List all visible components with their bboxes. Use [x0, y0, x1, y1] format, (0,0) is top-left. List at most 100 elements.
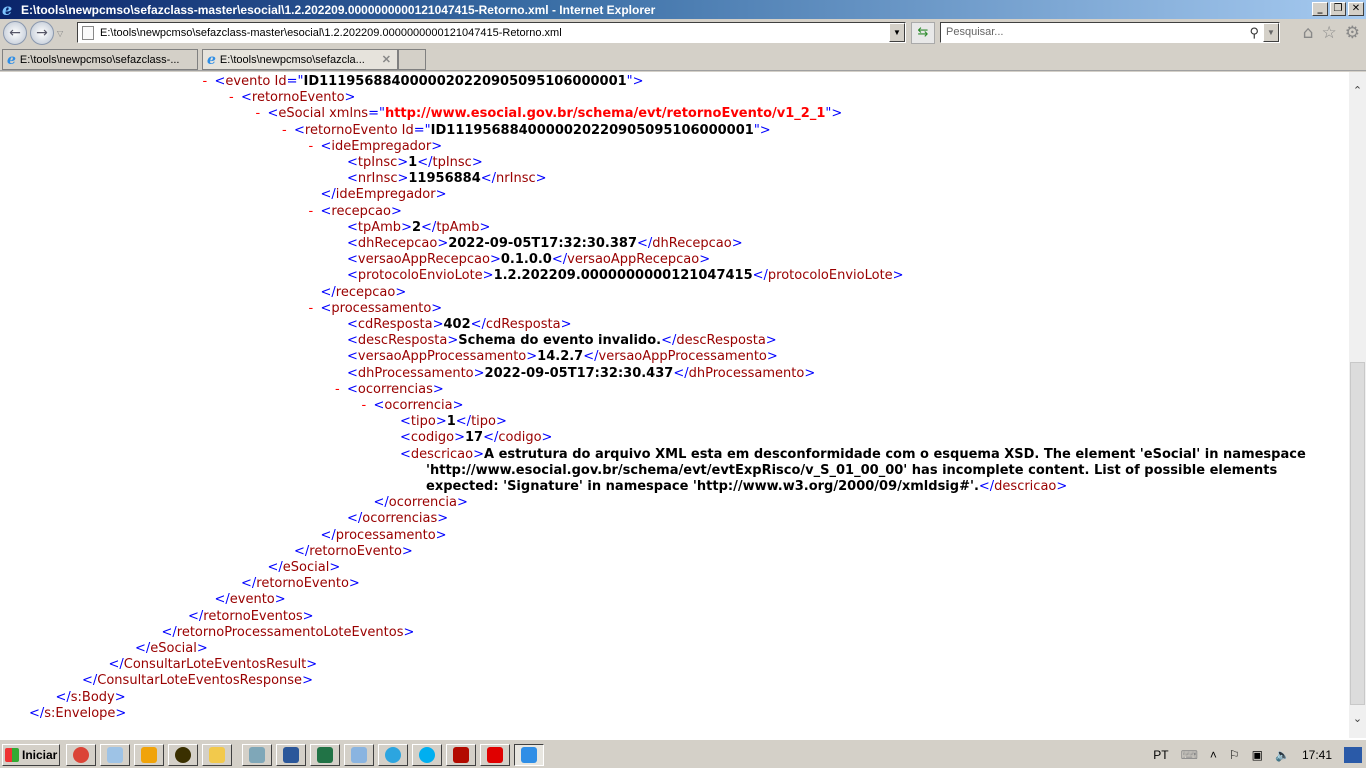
navigation-bar: ← → ▽ E:\tools\newpcmso\sefazclass-maste… [0, 19, 1366, 47]
page-icon [82, 25, 94, 40]
taskbar-acrobat-button[interactable] [446, 744, 476, 766]
new-tab-button[interactable] [398, 49, 426, 70]
tag-name: retornoEvento [251, 90, 345, 106]
collapse-toggle[interactable]: - [362, 398, 367, 413]
scroll-up-icon[interactable]: ⌃ [1349, 82, 1366, 99]
close-button[interactable]: ✕ [1348, 2, 1364, 16]
search-input[interactable]: Pesquisar... [946, 26, 1003, 38]
back-button[interactable]: ← [3, 21, 27, 45]
taskbar-telegram-button[interactable] [378, 744, 408, 766]
tag-name: retornoEvento [304, 122, 398, 138]
tag-name: protocoloEnvioLote [357, 268, 483, 284]
history-dropdown-icon[interactable]: ▽ [57, 29, 63, 38]
taskbar-app-button[interactable] [242, 744, 272, 766]
clock[interactable]: 17:41 [1302, 748, 1332, 762]
tag-name: recepcao [331, 203, 391, 219]
collapse-toggle[interactable]: - [335, 382, 340, 397]
collapse-toggle[interactable]: - [309, 301, 314, 316]
scroll-down-icon[interactable]: ⌄ [1349, 710, 1366, 727]
word-icon [283, 747, 299, 763]
tag-name: dhProcessamento [688, 365, 805, 381]
volume-icon[interactable]: 🔈 [1275, 748, 1290, 762]
attribute-name: Id [274, 74, 287, 89]
keyboard-icon[interactable]: ⌨ [1181, 748, 1198, 762]
taskbar-ultraedit-button[interactable] [168, 744, 198, 766]
taskbar-internet-explorer-button[interactable] [514, 744, 544, 766]
refresh-button[interactable]: ⇆ [911, 22, 935, 44]
bracket: </ [455, 414, 472, 430]
vertical-scrollbar[interactable]: ⌃ ⌄ [1349, 72, 1366, 738]
taskbar-word-button[interactable] [276, 744, 306, 766]
tag-name: tipo [410, 414, 436, 430]
address-bar[interactable]: E:\tools\newpcmso\sefazclass-master\esoc… [77, 22, 906, 43]
action-center-flag-icon[interactable]: ⚐ [1229, 748, 1240, 762]
tab-1[interactable]: e E:\tools\newpcmso\sefazclass-... [2, 49, 198, 70]
bracket: </ [320, 527, 336, 543]
network-icon[interactable]: ▣ [1252, 748, 1263, 762]
bracket: </ [978, 479, 995, 494]
element-text: 17 [464, 430, 484, 446]
tag-name: evento [225, 74, 271, 89]
address-input[interactable]: E:\tools\newpcmso\sefazclass-master\esoc… [100, 27, 562, 39]
tab-2-active[interactable]: e E:\tools\newpcmso\sefazcla... ✕ [202, 49, 398, 70]
taskbar-calculator-button[interactable] [344, 744, 374, 766]
xml-close-line: </eSocial> [268, 560, 341, 576]
bracket: > [115, 705, 127, 721]
scroll-thumb[interactable] [1350, 362, 1365, 705]
collapse-toggle[interactable]: - [229, 90, 234, 105]
collapse-toggle[interactable]: - [309, 204, 314, 219]
bracket: </ [82, 673, 98, 689]
collapse-toggle[interactable]: - [256, 106, 261, 121]
bracket: > [759, 122, 771, 138]
taskbar-chrome-button[interactable] [66, 744, 96, 766]
collapse-toggle[interactable]: - [309, 139, 314, 154]
search-box[interactable]: Pesquisar... ⚲ ▼ [940, 22, 1280, 43]
home-icon[interactable]: ⌂ [1303, 23, 1314, 43]
bracket: </ [161, 624, 177, 640]
bracket: < [373, 398, 385, 413]
bracket: > [456, 495, 468, 511]
element-text: 0.1.0.0 [500, 252, 552, 268]
xml-leaf-line: <protocoloEnvioLote>1.2.202209.000000000… [347, 268, 904, 284]
bracket: > [447, 333, 459, 349]
gear-icon[interactable]: ⚙ [1345, 23, 1360, 43]
telegram-icon [385, 747, 401, 763]
bracket: < [347, 252, 358, 268]
xml-leaf-line: <descResposta>Schema do evento invalido.… [347, 333, 777, 349]
bracket: > [274, 592, 286, 608]
language-indicator[interactable]: PT [1153, 748, 1168, 762]
taskbar-notepad-button[interactable] [100, 744, 130, 766]
show-hidden-icons[interactable]: ˄ [1210, 748, 1217, 762]
collapse-toggle[interactable]: - [282, 123, 287, 138]
taskbar-explorer-button[interactable] [202, 744, 232, 766]
bracket: </ [55, 689, 71, 705]
taskbar-outlook-button[interactable] [134, 744, 164, 766]
bracket: </ [637, 236, 653, 251]
close-tab-icon[interactable]: ✕ [382, 53, 391, 66]
bracket: < [320, 138, 332, 154]
tag-name: retornoProcessamentoLoteEventos [176, 624, 404, 640]
bracket: > [435, 414, 447, 430]
favorites-star-icon[interactable]: ☆ [1322, 23, 1337, 43]
ie-tab-icon: e [7, 51, 16, 68]
bracket: > [1056, 479, 1068, 494]
taskbar-filezilla-button[interactable] [480, 744, 510, 766]
forward-button[interactable]: → [30, 21, 54, 45]
bracket: > [395, 284, 407, 300]
address-dropdown-button[interactable]: ▼ [889, 23, 905, 42]
start-button[interactable]: Iniciar [2, 744, 60, 766]
bracket: =" [286, 74, 304, 89]
xml-close-line: </retornoProcessamentoLoteEventos> [162, 625, 415, 641]
search-dropdown-button[interactable]: ▼ [1263, 23, 1279, 42]
restore-button[interactable]: ❐ [1330, 2, 1346, 16]
bracket: > [401, 219, 412, 235]
bracket: > [526, 349, 538, 365]
tag-name: ideEmpregador [331, 138, 432, 154]
minimize-button[interactable]: _ [1312, 2, 1328, 16]
taskbar-excel-button[interactable] [310, 744, 340, 766]
taskbar-skype-button[interactable] [412, 744, 442, 766]
show-desktop-button[interactable] [1344, 747, 1362, 763]
collapse-toggle[interactable]: - [203, 74, 208, 89]
xml-close-line: </s:Body> [56, 690, 126, 706]
search-icon[interactable]: ⚲ [1249, 23, 1259, 42]
